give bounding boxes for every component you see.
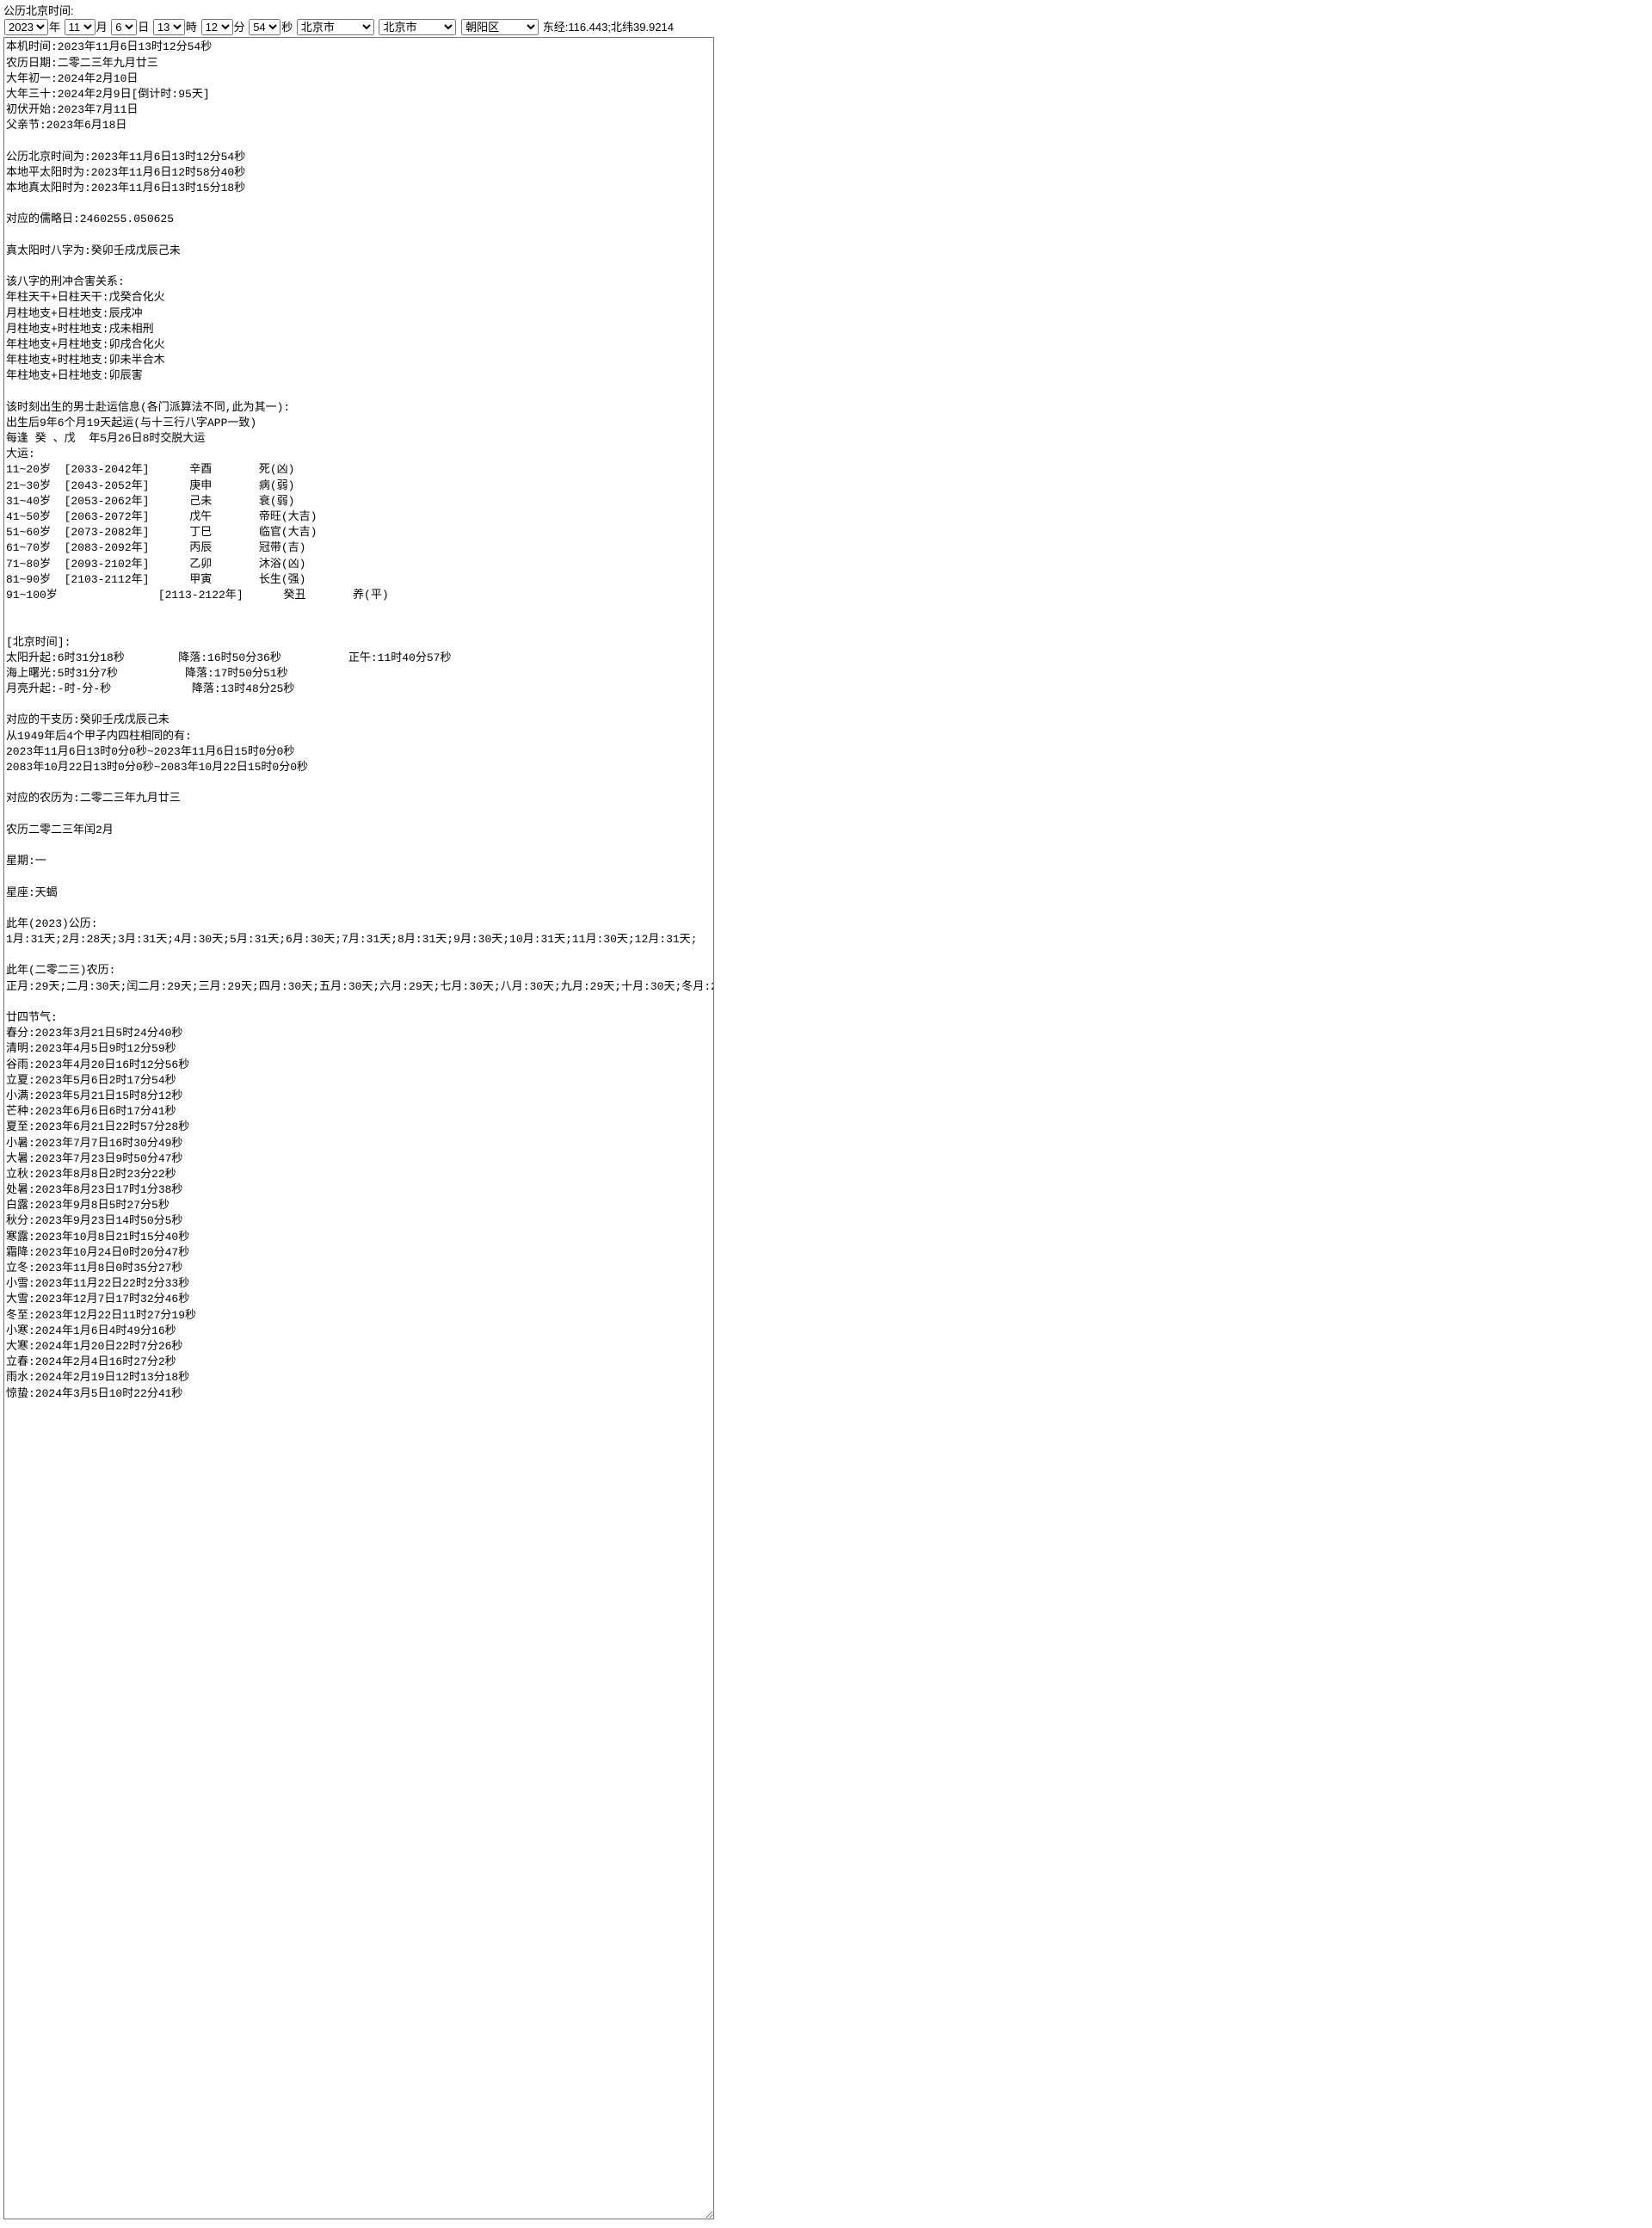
district-select[interactable]: 朝阳区: [461, 19, 539, 35]
hour-select[interactable]: 13: [153, 19, 185, 35]
result-textarea[interactable]: [3, 37, 714, 2219]
second-suffix: 秒: [281, 21, 293, 34]
month-select[interactable]: 11: [65, 19, 96, 35]
minute-suffix: 分: [234, 21, 245, 34]
month-suffix: 月: [96, 21, 108, 34]
day-suffix: 日: [138, 21, 149, 34]
minute-select[interactable]: 12: [201, 19, 233, 35]
title-label: 公历北京时间:: [3, 4, 74, 17]
coordinates-label: 东经:116.443;北纬39.9214: [543, 21, 674, 34]
year-select[interactable]: 2023: [4, 19, 48, 35]
province-select[interactable]: 北京市: [297, 19, 374, 35]
city-select[interactable]: 北京市: [379, 19, 456, 35]
hour-suffix: 時: [186, 21, 197, 34]
day-select[interactable]: 6: [111, 19, 137, 35]
second-select[interactable]: 54: [249, 19, 280, 35]
year-suffix: 年: [49, 21, 60, 34]
